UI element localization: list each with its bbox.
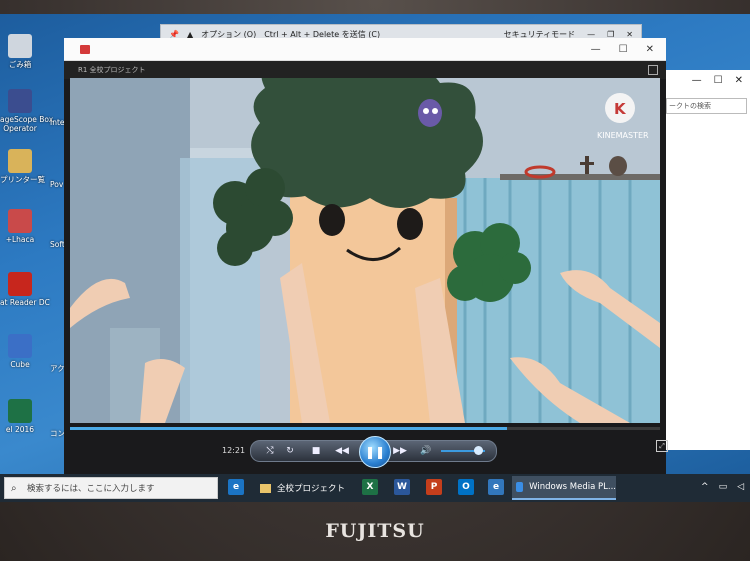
bg-maximize-button[interactable]: ☐ xyxy=(714,75,723,86)
desktop-icon-printers[interactable]: プリンター覧 xyxy=(0,149,45,184)
previous-icon[interactable]: ◀◀ xyxy=(335,444,349,458)
desktop-icon-label: ageScope Box xyxy=(0,115,54,124)
search-icon: ⌕ xyxy=(11,483,17,494)
mp-minimize-button[interactable]: — xyxy=(591,44,601,55)
seek-bar[interactable] xyxy=(70,427,660,430)
edge-icon[interactable]: e xyxy=(228,479,244,495)
pause-button[interactable]: ❚❚ xyxy=(359,436,391,468)
desktop-icon-excel[interactable]: el 2016 xyxy=(0,399,40,434)
acrobat-icon xyxy=(8,272,32,296)
fullscreen-icon[interactable]: ⤢ xyxy=(656,440,668,452)
desktop-icon-label: +Lhaca xyxy=(5,235,35,244)
media-player-titlebar: — ☐ ✕ xyxy=(64,38,666,61)
taskbar-folder-label: 全校プロジェクト xyxy=(277,484,346,494)
desktop-icon-label: Cube xyxy=(10,360,30,369)
laptop-bezel: ごみ箱 ageScope Box Operator プリンター覧 +Lhaca … xyxy=(0,0,750,561)
media-player-subbar: R1 全校プロジェクト xyxy=(64,61,666,79)
search-placeholder: 検索するには、ここに入力します xyxy=(27,484,155,494)
desktop-icon-cube[interactable]: Cube xyxy=(0,334,40,369)
printer-folder-icon xyxy=(8,149,32,173)
bg-close-button[interactable]: ✕ xyxy=(735,75,743,86)
desktop-icon-label: el 2016 xyxy=(5,425,35,434)
pagescope-icon xyxy=(8,89,32,113)
lhaca-icon xyxy=(8,209,32,233)
system-tray: ^ ▭ ◁ xyxy=(701,482,744,492)
media-player-icon xyxy=(516,482,524,492)
stop-icon[interactable]: ■ xyxy=(309,444,323,458)
video-frame: K KINEMASTER xyxy=(70,78,660,423)
seek-bar-progress xyxy=(70,427,507,430)
mp-close-button[interactable]: ✕ xyxy=(646,44,654,55)
controls-pill: ⤭ ↻ ■ ◀◀ ❚❚ ▶▶ 🔊 xyxy=(250,436,497,468)
tray-chevron-icon[interactable]: ^ xyxy=(701,482,709,492)
desktop-icon-label: ごみ箱 xyxy=(8,60,32,69)
taskbar-folder[interactable]: 全校プロジェクト xyxy=(256,476,348,500)
taskbar: ⌕ 検索するには、ここに入力します e 全校プロジェクト X W P O e W… xyxy=(0,474,750,502)
desktop-icon-label-line2: Operator xyxy=(3,124,37,133)
desktop-icon-acrobat[interactable]: at Reader DC xyxy=(0,272,50,307)
taskbar-media-player-label: Windows Media PL... xyxy=(529,482,616,492)
shuffle-icon[interactable]: ⤭ xyxy=(263,444,277,458)
taskbar-ie-icon[interactable]: e xyxy=(488,479,504,495)
taskbar-powerpoint-icon[interactable]: P xyxy=(426,479,442,495)
desktop-icon-label: プリンター覧 xyxy=(0,175,45,184)
playback-controls: 12:21 ⤭ ↻ ■ ◀◀ ❚❚ ▶▶ 🔊 ⤢ xyxy=(70,434,668,468)
desktop-icon-pagescope[interactable]: ageScope Box Operator xyxy=(0,89,54,133)
desktop-icon-lhaca[interactable]: +Lhaca xyxy=(0,209,40,244)
media-title: R1 全校プロジェクト xyxy=(78,66,146,74)
network-icon[interactable]: ▭ xyxy=(719,482,728,492)
media-player-window[interactable]: — ☐ ✕ R1 全校プロジェクト K KINEMASTER 12:21 ⤭ ↻… xyxy=(64,38,668,483)
background-window-titlebar: — ☐ ✕ xyxy=(656,70,750,90)
taskbar-excel-icon[interactable]: X xyxy=(362,479,378,495)
taskbar-media-player[interactable]: Windows Media PL... xyxy=(512,476,616,500)
desktop-icon-label: at Reader DC xyxy=(0,298,50,307)
bg-minimize-button[interactable]: — xyxy=(692,75,702,86)
background-window[interactable]: — ☐ ✕ ークトの検索 xyxy=(655,70,750,450)
cube-icon xyxy=(8,334,32,358)
laptop-brand-logo: FUJITSU xyxy=(325,520,425,542)
media-player-app-icon xyxy=(80,44,90,54)
bg-search-input[interactable]: ークトの検索 xyxy=(666,98,747,114)
desktop: ごみ箱 ageScope Box Operator プリンター覧 +Lhaca … xyxy=(0,14,750,483)
switch-library-icon[interactable] xyxy=(648,65,658,75)
taskbar-outlook-icon[interactable]: O xyxy=(458,479,474,495)
elapsed-time: 12:21 xyxy=(222,446,246,455)
volume-icon[interactable]: 🔊 xyxy=(419,444,433,458)
excel-icon xyxy=(8,399,32,423)
desktop-icon-recycle-bin[interactable]: ごみ箱 xyxy=(0,34,40,69)
folder-icon xyxy=(260,483,271,493)
speaker-icon[interactable]: ◁ xyxy=(737,482,744,492)
next-icon[interactable]: ▶▶ xyxy=(393,444,407,458)
taskbar-search-input[interactable]: ⌕ 検索するには、ここに入力します xyxy=(4,477,218,499)
mp-maximize-button[interactable]: ☐ xyxy=(619,44,628,55)
volume-knob[interactable] xyxy=(474,446,484,455)
watermark-text: KINEMASTER xyxy=(597,131,649,140)
recycle-bin-icon xyxy=(8,34,32,58)
taskbar-word-icon[interactable]: W xyxy=(394,479,410,495)
video-area[interactable]: K KINEMASTER xyxy=(70,78,660,423)
laptop-screen: ごみ箱 ageScope Box Operator プリンター覧 +Lhaca … xyxy=(0,14,750,502)
watermark-letter: K xyxy=(614,100,627,118)
repeat-icon[interactable]: ↻ xyxy=(283,444,297,458)
